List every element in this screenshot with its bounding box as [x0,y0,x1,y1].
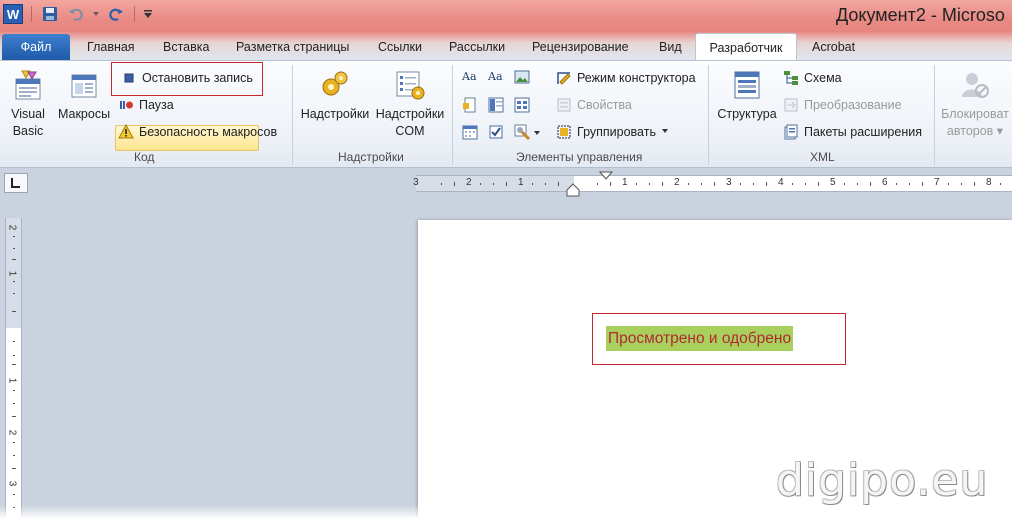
com-addins-button[interactable]: Надстройки COM [373,69,447,140]
structure-button[interactable]: Структура [714,69,780,123]
group-divider [292,65,293,165]
macros-button[interactable]: Макросы [54,69,114,123]
com-addins-label-line1: Надстройки [375,107,445,121]
block-authors-label-line1: Блокироват [941,107,1009,121]
design-mode-label: Режим конструктора [577,71,696,85]
pause-recording-button[interactable]: Пауза [118,95,174,115]
group-dropdown-icon [661,124,669,140]
structure-icon [734,71,760,99]
customize-qat-icon[interactable] [142,3,154,25]
addins-button[interactable]: Надстройки [298,69,372,123]
tab-references[interactable]: Ссылки [378,38,422,60]
ribbon-tab-row: Файл Главная Вставка Разметка страницы С… [0,32,1012,61]
transform-icon [783,97,799,113]
visual-basic-label-line1: Visual [11,107,45,121]
group-label-addins: Надстройки [338,150,404,164]
pause-record-icon [118,97,134,113]
pause-label: Пауза [139,98,174,112]
rich-text-control-icon[interactable]: Aa [462,70,478,86]
watermark-logo: digipo.eu [776,455,989,506]
com-addins-label-line2: COM [395,124,425,138]
warning-icon [118,123,134,140]
tab-review[interactable]: Рецензирование [532,38,629,60]
approved-stamp-text[interactable]: Просмотрено и одобрено [606,326,794,351]
macros-icon [71,74,97,98]
schema-icon [783,70,799,86]
hanging-indent-marker[interactable] [566,183,580,197]
design-mode-icon [556,70,572,86]
group-icon [556,124,572,140]
plain-text-control-icon[interactable]: Aa [488,70,504,86]
tab-insert[interactable]: Вставка [163,38,209,60]
legacy-tools-dropdown-icon[interactable] [533,127,541,143]
visual-basic-button[interactable]: Visual Basic [6,69,50,140]
tab-mailings[interactable]: Рассылки [449,38,505,60]
group-divider [452,65,453,165]
gears-icon [322,71,348,96]
picture-control-icon[interactable] [514,69,530,85]
quick-access-toolbar: W [2,3,154,25]
check-box-control-icon[interactable] [488,124,504,140]
combo-box-control-icon[interactable] [488,97,504,113]
macro-security-label: Безопасность макросов [139,125,278,139]
design-mode-button[interactable]: Режим конструктора [556,68,696,88]
ruler-ticks [441,182,1001,186]
visual-basic-label-line2: Basic [12,124,44,138]
vertical-ruler-ticks [12,236,16,508]
redo-icon[interactable] [105,3,127,25]
group-label: Группировать [577,125,656,139]
schema-label: Схема [804,71,842,85]
legacy-tools-icon[interactable] [514,124,531,141]
addins-label: Надстройки [300,107,370,121]
group-label-code: Код [134,150,155,164]
structure-label: Структура [717,107,777,121]
block-authors-label-line2: авторов ▾ [946,124,1004,138]
drop-down-list-control-icon[interactable] [514,97,530,113]
qat-divider [134,6,135,22]
block-authors-button[interactable]: Блокироват авторов ▾ [938,69,1012,140]
window-title: Документ2 - Microso [836,5,1005,25]
properties-label: Свойства [577,98,632,112]
macro-security-button[interactable]: Безопасность макросов [118,122,277,142]
tab-home[interactable]: Главная [87,38,135,60]
date-picker-control-icon[interactable] [462,124,478,140]
word-app-icon[interactable]: W [2,3,24,25]
block-authors-icon [962,73,989,98]
group-divider [708,65,709,165]
tab-file[interactable]: Файл [2,34,70,60]
undo-icon[interactable] [65,3,87,25]
undo-dropdown-icon[interactable] [91,3,101,25]
stop-recording-callout [111,62,263,96]
group-label-controls: Элементы управления [516,150,643,164]
visual-basic-icon [15,70,41,100]
group-divider [934,65,935,165]
group-label-xml: XML [810,150,835,164]
tab-page-layout[interactable]: Разметка страницы [236,38,349,60]
qat-divider [31,6,32,22]
ribbon-developer: Visual Basic Макросы Остановить запись П… [0,60,1012,168]
save-icon[interactable] [39,3,61,25]
properties-icon [556,97,572,113]
title-bar: W Документ2 - Microso [0,0,1012,32]
first-line-indent-marker[interactable] [599,171,613,181]
schema-button[interactable]: Схема [783,68,842,88]
tab-selector-button[interactable] [4,173,28,193]
macros-label: Макросы [57,107,111,121]
expansion-packs-button[interactable]: Пакеты расширения [783,122,922,142]
transform-label: Преобразование [804,98,902,112]
properties-button[interactable]: Свойства [556,95,632,115]
group-button[interactable]: Группировать [556,122,669,142]
transform-button[interactable]: Преобразование [783,95,902,115]
torn-edge [0,505,1012,525]
word-logo: W [3,4,23,24]
com-addins-icon [396,71,425,100]
expansion-packs-label: Пакеты расширения [804,125,922,139]
expansion-packs-icon [783,124,799,140]
building-block-control-icon[interactable] [462,97,478,113]
tab-developer[interactable]: Разработчик [695,33,797,61]
tab-acrobat[interactable]: Acrobat [812,38,855,60]
tab-view[interactable]: Вид [659,38,682,60]
